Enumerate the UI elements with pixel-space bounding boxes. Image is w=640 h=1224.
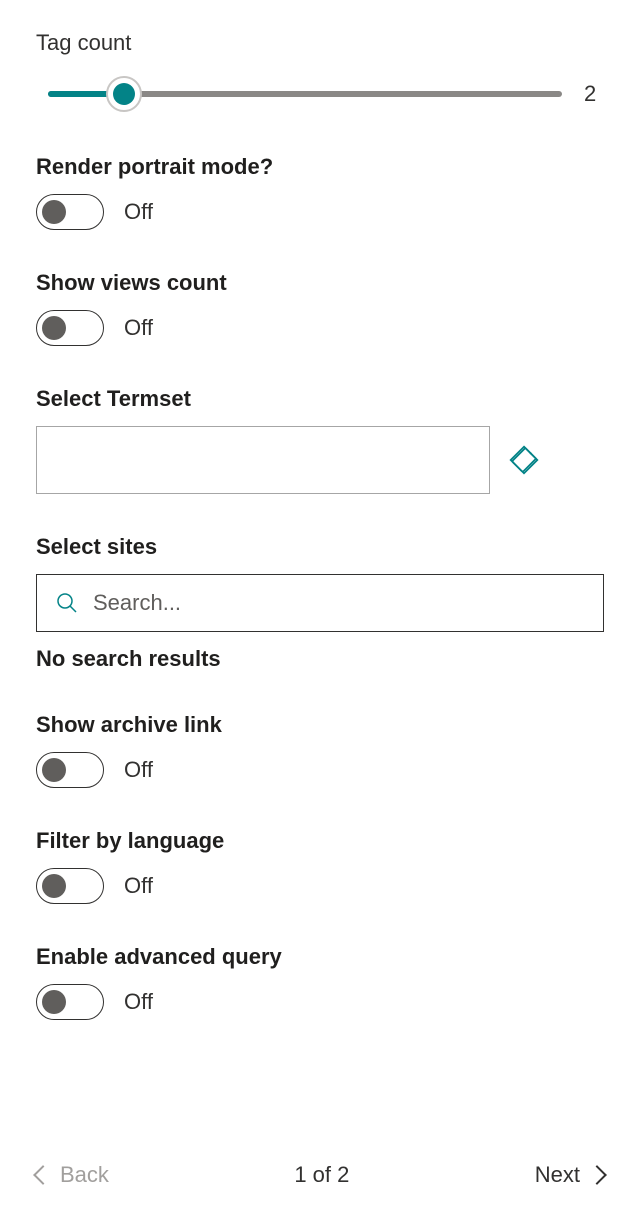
slider-thumb[interactable] [106,76,142,112]
tag-icon[interactable] [508,444,540,476]
tag-count-slider-row: 2 [36,74,604,114]
archive-section: Show archive link Off [36,712,604,788]
search-placeholder: Search... [93,590,181,616]
termset-input[interactable] [36,426,490,494]
sites-section: Select sites Search... No search results [36,534,604,672]
language-toggle[interactable] [36,868,104,904]
language-toggle-state: Off [124,873,153,899]
slider-value: 2 [584,81,604,107]
back-button[interactable]: Back [36,1162,109,1188]
archive-toggle-state: Off [124,757,153,783]
advanced-label: Enable advanced query [36,944,604,970]
no-search-results: No search results [36,646,604,672]
advanced-toggle[interactable] [36,984,104,1020]
sites-label: Select sites [36,534,604,560]
page-indicator: 1 of 2 [294,1162,349,1188]
portrait-toggle-state: Off [124,199,153,225]
next-label: Next [535,1162,580,1188]
portrait-section: Render portrait mode? Off [36,154,604,230]
portrait-toggle[interactable] [36,194,104,230]
back-label: Back [60,1162,109,1188]
advanced-toggle-state: Off [124,989,153,1015]
termset-label: Select Termset [36,386,604,412]
portrait-label: Render portrait mode? [36,154,604,180]
chevron-left-icon [33,1165,53,1185]
archive-toggle[interactable] [36,752,104,788]
language-label: Filter by language [36,828,604,854]
tag-count-slider[interactable] [36,74,562,114]
chevron-right-icon [587,1165,607,1185]
views-toggle[interactable] [36,310,104,346]
tag-count-section: Tag count 2 [36,30,604,114]
next-button[interactable]: Next [535,1162,604,1188]
archive-label: Show archive link [36,712,604,738]
termset-section: Select Termset [36,386,604,494]
advanced-section: Enable advanced query Off [36,944,604,1020]
language-section: Filter by language Off [36,828,604,904]
search-icon [55,591,79,615]
views-toggle-state: Off [124,315,153,341]
tag-count-label: Tag count [36,30,604,56]
sites-search-input[interactable]: Search... [36,574,604,632]
views-label: Show views count [36,270,604,296]
pagination-footer: Back 1 of 2 Next [36,1162,604,1188]
views-section: Show views count Off [36,270,604,346]
